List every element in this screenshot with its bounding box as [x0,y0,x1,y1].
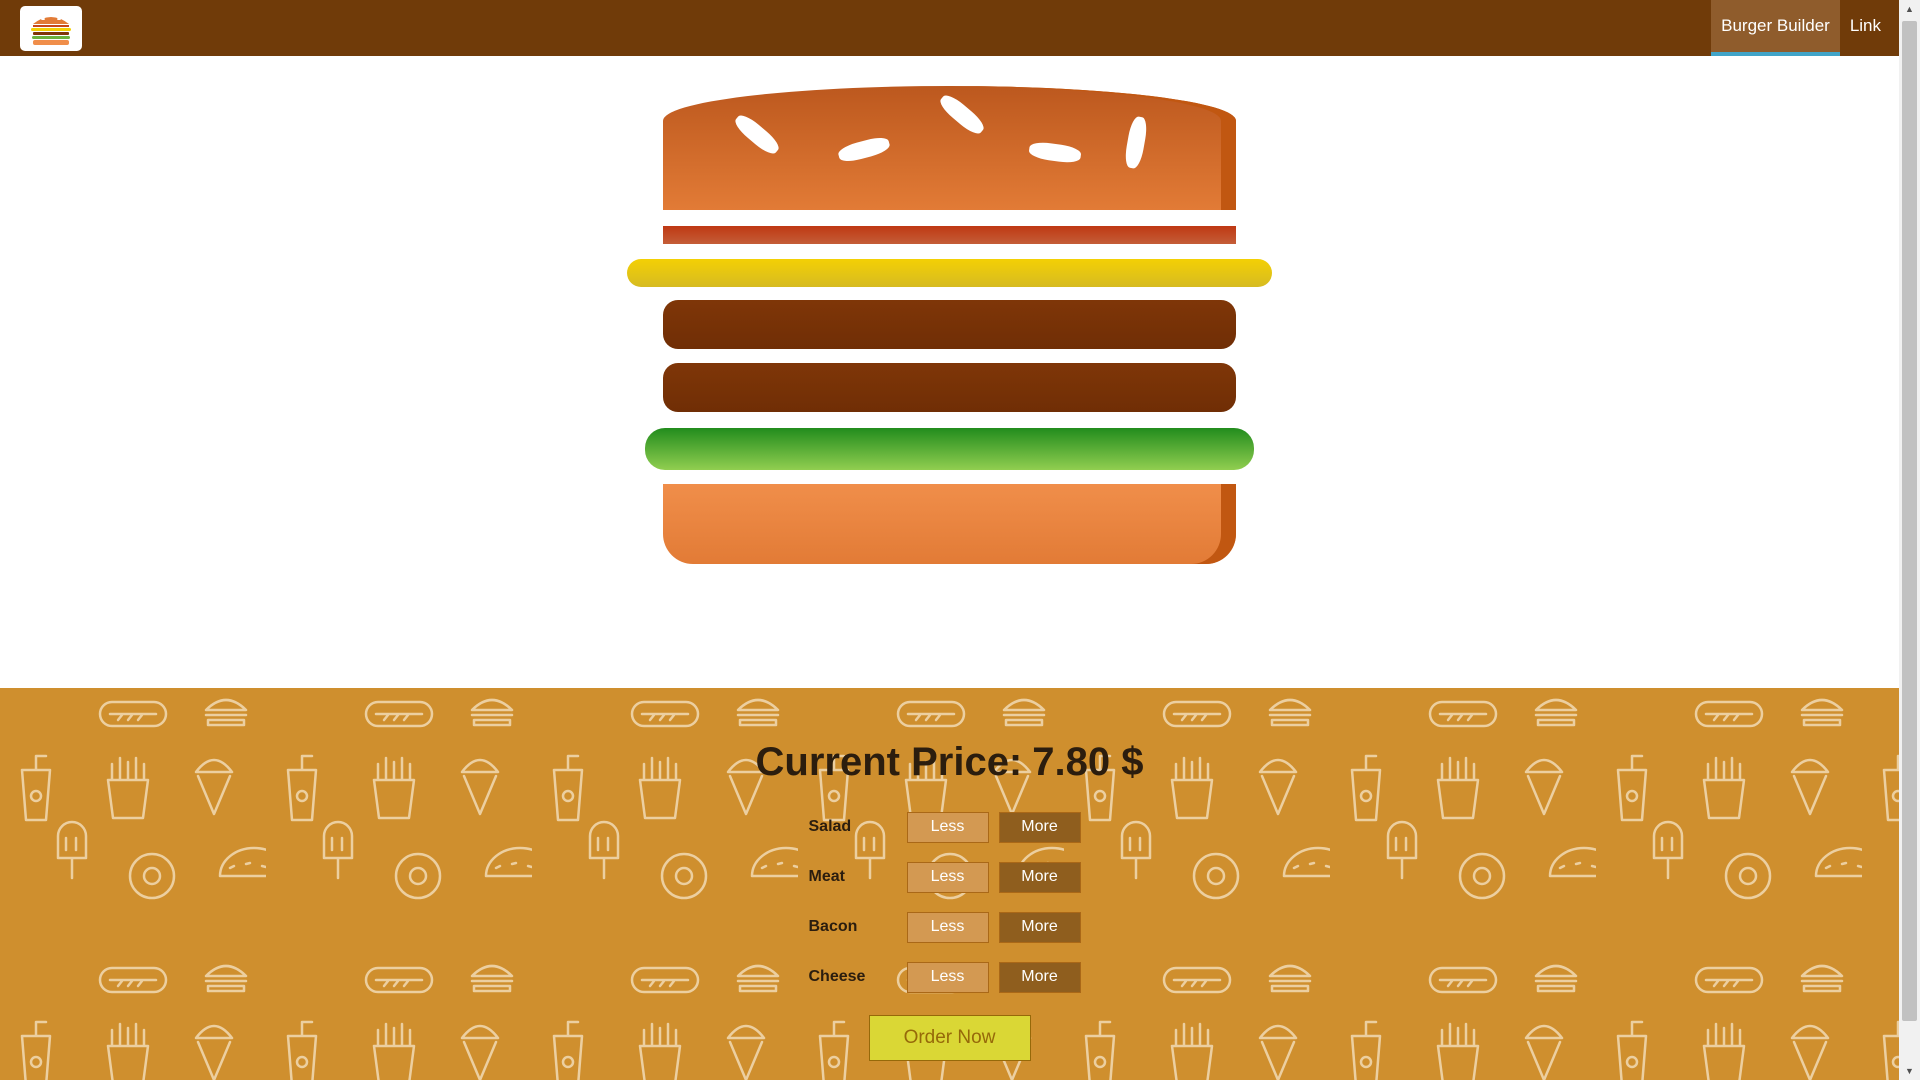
price-value: 7.80 $ [1032,740,1144,784]
burger-preview [0,56,1899,688]
ingredient-controls: Salad Less More Meat Less More Bacon Les… [809,811,1091,1011]
meat-layer [663,363,1236,412]
build-controls: Current Price: 7.80 $ Salad Less More Mea… [0,688,1899,1080]
meat-layer [663,300,1236,349]
current-price: Current Price: 7.80 $ [756,740,1144,785]
scroll-down-arrow-icon[interactable]: ▼ [1899,1062,1920,1080]
seed [731,111,783,158]
nav-link-link[interactable]: Link [1840,0,1891,56]
control-label-bacon: Bacon [808,918,858,935]
control-label-meat: Meat [808,868,845,885]
scroll-up-arrow-icon[interactable]: ▲ [1899,0,1920,18]
controls-content: Current Price: 7.80 $ Salad Less More Mea… [0,688,1899,1080]
less-salad-button[interactable]: Less [906,811,989,843]
nav: Burger Builder Link [1711,0,1891,56]
salad-layer [645,428,1254,470]
control-row-cheese: Cheese Less More [809,961,1091,993]
less-meat-button[interactable]: Less [906,861,989,893]
burger-logo[interactable] [20,5,82,51]
toolbar: Burger Builder Link [0,0,1899,56]
bacon-layer [663,226,1236,244]
cheese-layer [627,259,1272,287]
bread-bottom [663,484,1236,564]
burger-logo-icon [31,15,71,45]
less-cheese-button[interactable]: Less [906,961,989,993]
control-label-cheese: Cheese [808,968,866,985]
more-meat-button[interactable]: More [998,861,1081,893]
more-cheese-button[interactable]: More [998,961,1081,993]
seed [936,91,988,138]
control-row-meat: Meat Less More [809,861,1091,893]
order-now-button[interactable]: Order Now [868,1015,1031,1061]
control-row-salad: Salad Less More [809,811,1091,843]
nav-link-burger-builder[interactable]: Burger Builder [1711,0,1840,56]
vertical-scrollbar[interactable]: ▲ ▼ [1899,0,1920,1080]
less-bacon-button[interactable]: Less [906,911,989,943]
more-bacon-button[interactable]: More [998,911,1081,943]
control-row-bacon: Bacon Less More [809,911,1091,943]
seed [1123,115,1149,170]
price-label: Current Price: [755,740,1023,784]
seed [836,134,892,165]
bread-top [663,86,1236,210]
scrollbar-thumb[interactable] [1902,21,1917,1021]
control-label-salad: Salad [808,818,852,835]
more-salad-button[interactable]: More [998,811,1081,843]
seed [1028,140,1082,165]
